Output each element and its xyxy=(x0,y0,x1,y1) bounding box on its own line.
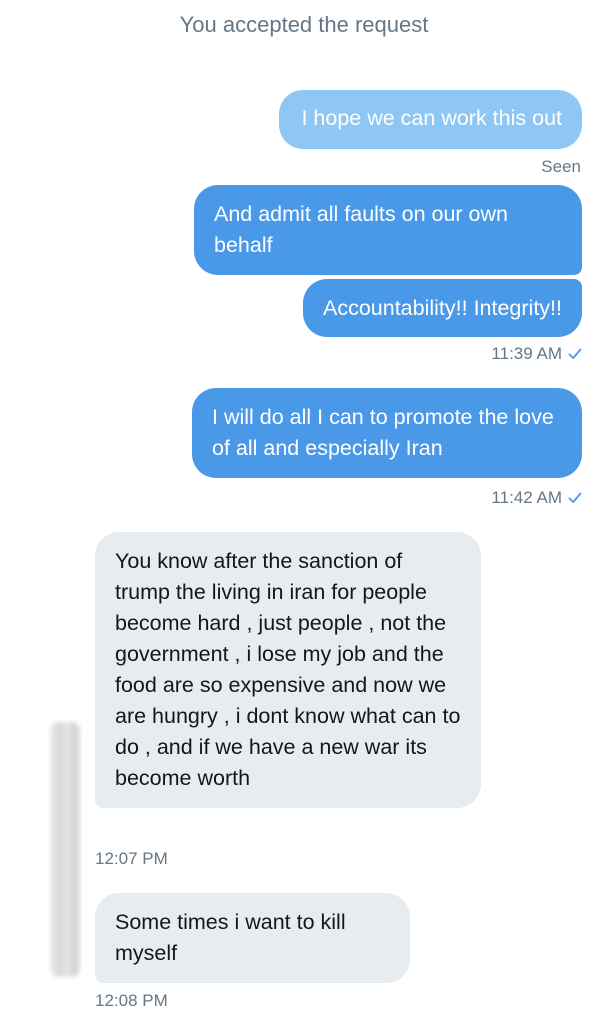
checkmark-icon xyxy=(568,492,582,503)
seen-label: Seen xyxy=(541,157,581,176)
message-text: You know after the sanction of trump the… xyxy=(115,549,461,790)
message-timestamp: 11:39 AM xyxy=(491,344,582,364)
message-bubble-incoming[interactable]: You know after the sanction of trump the… xyxy=(95,532,481,808)
message-text: Accountability!! Integrity!! xyxy=(323,296,562,320)
message-timestamp: 11:42 AM xyxy=(491,488,582,508)
message-status-seen: Seen xyxy=(541,157,581,177)
system-note-request-accepted: You accepted the request xyxy=(179,12,429,37)
checkmark-icon xyxy=(568,348,582,359)
message-text: And admit all faults on our own behalf xyxy=(214,202,508,257)
message-text: I hope we can work this out xyxy=(301,106,562,130)
timestamp-label: 12:07 PM xyxy=(95,849,168,868)
message-timestamp: 12:08 PM xyxy=(95,991,168,1011)
timestamp-label: 11:39 AM xyxy=(491,344,562,363)
timestamp-label: 11:42 AM xyxy=(491,488,562,507)
message-bubble-outgoing[interactable]: I will do all I can to promote the love … xyxy=(192,388,582,478)
message-timestamp: 12:07 PM xyxy=(95,849,168,869)
message-bubble-outgoing[interactable]: Accountability!! Integrity!! xyxy=(303,279,582,337)
message-text: Some times i want to kill myself xyxy=(115,910,346,965)
timestamp-label: 12:08 PM xyxy=(95,991,168,1010)
message-bubble-outgoing[interactable]: I hope we can work this out xyxy=(279,90,582,149)
message-text: I will do all I can to promote the love … xyxy=(212,405,554,460)
avatar[interactable] xyxy=(50,722,80,977)
message-bubble-outgoing[interactable]: And admit all faults on our own behalf xyxy=(194,185,582,275)
message-bubble-incoming[interactable]: Some times i want to kill myself xyxy=(95,893,410,983)
